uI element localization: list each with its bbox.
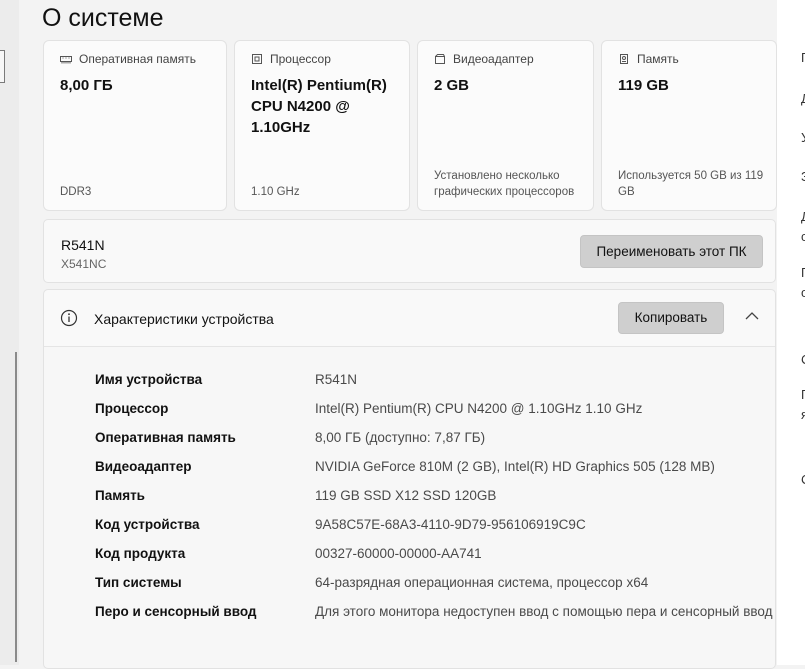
device-name-panel: R541N X541NC Переименовать этот ПК [43, 219, 776, 283]
storage-card-value: 119 GB [618, 77, 669, 94]
info-icon [60, 309, 78, 327]
sidebar-fragment: П [801, 50, 805, 65]
sidebar-fragment: Д [801, 209, 805, 224]
copy-button[interactable]: Копировать [618, 302, 724, 334]
gpu-icon [435, 54, 445, 64]
sidebar-fragment: П [801, 265, 805, 280]
specification-label: Тип системы [95, 575, 182, 590]
ram-card-footer: DDR3 [60, 186, 92, 198]
right-sidebar-fragments: П Д У З Дс По С Пя С [777, 0, 805, 665]
navigation-item-edge[interactable] [0, 50, 5, 83]
gpu-card-label: Видеоадаптер [453, 52, 534, 66]
specification-label: Процессор [95, 401, 169, 416]
ram-card: Оперативная память 8,00 ГБ DDR3 [43, 40, 227, 211]
specification-value: NVIDIA GeForce 810M (2 GB), Intel(R) HD … [315, 459, 715, 474]
specification-value: 119 GB SSD X12 SSD 120GB [315, 488, 497, 503]
storage-card-label: Память [637, 52, 679, 66]
left-navigation-edge [0, 0, 19, 665]
specification-label: Видеоадаптер [95, 459, 192, 474]
sidebar-fragment: П [801, 387, 805, 402]
specification-label: Оперативная память [95, 430, 236, 445]
ram-icon [60, 56, 72, 64]
specification-value: 8,00 ГБ (доступно: 7,87 ГБ) [315, 430, 486, 445]
specification-value: R541N [315, 372, 358, 387]
specification-label: Код устройства [95, 517, 200, 532]
processor-card: Процессор Intel(R) Pentium(R) CPU N4200 … [234, 40, 410, 211]
page-title: О системе [42, 4, 164, 32]
sidebar-fragment: У [801, 130, 805, 145]
rename-pc-button[interactable]: Переименовать этот ПК [580, 235, 763, 268]
sidebar-fragment: З [801, 169, 805, 184]
sidebar-fragment: с [801, 229, 805, 244]
sidebar-fragment: С [801, 352, 805, 367]
hardware-summary-cards: Оперативная память 8,00 ГБ DDR3 Процессо… [43, 40, 777, 212]
ram-card-label: Оперативная память [79, 52, 196, 66]
device-specifications-title: Характеристики устройства [94, 311, 274, 327]
specification-label: Память [95, 488, 145, 503]
specification-value: Intel(R) Pentium(R) CPU N4200 @ 1.10GHz … [315, 401, 643, 416]
specification-label: Перо и сенсорный ввод [95, 604, 257, 619]
storage-card: Память 119 GB Используется 50 GB из 119 … [601, 40, 777, 211]
specification-value: 9A58C57E-68A3-4110-9D79-956106919C9C [315, 517, 586, 532]
navigation-scrollbar[interactable] [15, 352, 17, 662]
processor-card-value: Intel(R) Pentium(R) CPU N4200 @ 1.10GHz [251, 77, 387, 136]
device-name: R541N [61, 237, 105, 253]
specification-value: 64-разрядная операционная система, проце… [315, 575, 649, 590]
gpu-card-footer: Установлено несколько графических процес… [434, 170, 575, 198]
device-model: X541NC [61, 257, 107, 271]
specification-value: Для этого монитора недоступен ввод с пом… [315, 604, 773, 619]
sidebar-fragment: я [801, 407, 805, 422]
storage-card-footer: Используется 50 GB из 119 GB [618, 170, 764, 198]
sidebar-fragment: Д [801, 91, 805, 106]
ram-card-value: 8,00 ГБ [60, 77, 113, 94]
gpu-card-value: 2 GB [434, 77, 470, 94]
chevron-up-icon[interactable] [744, 310, 760, 322]
specification-value: 00327-60000-00000-AA741 [315, 546, 482, 561]
gpu-card: Видеоадаптер 2 GB Установлено несколько … [417, 40, 594, 211]
processor-icon [252, 54, 262, 64]
storage-icon [620, 54, 628, 64]
device-specifications-panel: Характеристики устройства Копировать Имя… [43, 289, 776, 669]
processor-card-footer: 1.10 GHz [251, 186, 300, 198]
specification-label: Имя устройства [95, 372, 203, 387]
sidebar-fragment: С [801, 472, 805, 487]
specification-label: Код продукта [95, 546, 186, 561]
device-specifications-header[interactable]: Характеристики устройства Копировать [44, 290, 775, 347]
processor-card-label: Процессор [270, 52, 331, 66]
sidebar-fragment: о [801, 285, 805, 300]
